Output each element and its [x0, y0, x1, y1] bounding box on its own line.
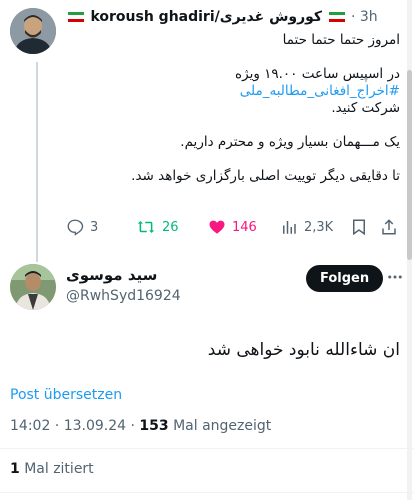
parent-author-name[interactable]: koroush ghadiri/کوروش غدیری [90, 9, 322, 25]
tweet-line [66, 49, 400, 66]
repost-button[interactable]: 26 [136, 218, 179, 236]
reply-meta-line: 14:02 · 13.09.24 · 153 Mal angezeigt [10, 418, 271, 434]
iran-flag-icon [68, 11, 84, 23]
parent-tweet-header: koroush ghadiri/کوروش غدیری · 3h [66, 9, 406, 29]
follow-button[interactable]: Folgen [306, 265, 384, 292]
reply-button[interactable]: 3 [66, 218, 98, 236]
quotes-link[interactable]: 1 Mal zitiert [10, 461, 94, 477]
reply-tweet-text: ان شاءالله نابود خواهی شد [207, 340, 400, 360]
share-icon [382, 219, 396, 235]
like-button[interactable]: 146 [208, 218, 257, 236]
post-views-count: 153 [139, 418, 169, 434]
parent-tweet-body: امروز حتما حتما حتما در اسپیس ساعت ۱۹.۰۰… [66, 32, 400, 185]
repost-count: 26 [162, 219, 179, 235]
like-count: 146 [232, 219, 257, 235]
tweet-line [66, 151, 400, 168]
reply-author-name[interactable]: سید موسوی [66, 266, 157, 284]
reply-author-handle[interactable]: @RwhSyd16924 [66, 288, 181, 304]
iran-flag-icon [328, 11, 345, 23]
share-button[interactable] [380, 218, 398, 240]
bookmark-icon [353, 219, 365, 236]
quotes-label: Mal zitiert [19, 461, 94, 477]
views-count: 2,3K [304, 219, 334, 235]
post-timestamp[interactable]: 14:02 · 13.09.24 · [10, 418, 139, 434]
parent-author-avatar[interactable] [10, 8, 56, 54]
tweet-line: امروز حتما حتما حتما [282, 32, 400, 48]
tweet-line: شرکت کنید. [331, 100, 400, 116]
divider [0, 448, 414, 449]
scrollbar-thumb[interactable] [407, 70, 412, 260]
post-views-label: Mal angezeigt [168, 418, 272, 434]
parent-tweet-actions: 3 26 146 2,3K [66, 216, 406, 238]
heart-filled-icon [209, 220, 225, 234]
repost-icon [137, 221, 155, 233]
tweet-line [66, 117, 400, 134]
reply-count: 3 [90, 219, 99, 235]
translate-post-link[interactable]: Post übersetzen [10, 387, 122, 403]
more-dots-icon [388, 275, 402, 279]
parent-tweet-time[interactable]: 3h [360, 9, 378, 25]
reply-author-avatar[interactable] [10, 264, 56, 310]
views-button[interactable]: 2,3K [280, 218, 333, 236]
reply-icon [67, 219, 84, 236]
more-options-icon[interactable] [386, 268, 404, 290]
tweet-line: در اسپیس ساعت ۱۹.۰۰ ویژه [235, 66, 400, 82]
bookmark-button[interactable] [350, 218, 368, 240]
divider [0, 492, 414, 493]
quotes-count: 1 [10, 461, 20, 477]
tweet-line: تا دقایقی دیگر توییت اصلی بارگزاری خواهد… [131, 168, 400, 184]
thread-connector-line [36, 62, 38, 262]
analytics-bar-icon [283, 221, 296, 234]
hashtag-link[interactable]: #اخراج_افغانی_مطالبه_ملی [66, 83, 400, 100]
time-separator: · [350, 9, 356, 25]
person-photo-icon [10, 8, 56, 54]
tweet-line: یک مـــهمان بسیار ویژه و محترم داریم. [180, 134, 400, 150]
person-photo-icon [10, 264, 56, 310]
